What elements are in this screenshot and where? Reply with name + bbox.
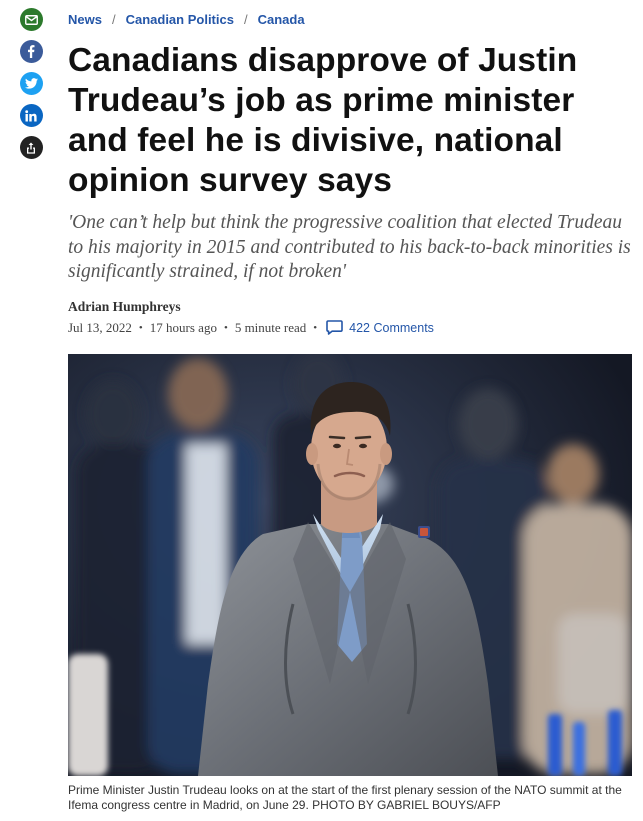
breadcrumb-news[interactable]: News bbox=[68, 12, 102, 27]
photo-caption: Prime Minister Justin Trudeau looks on a… bbox=[68, 782, 622, 812]
breadcrumb-separator: / bbox=[243, 11, 248, 27]
meta-separator-dot: • bbox=[223, 321, 228, 334]
publish-date: Jul 13, 2022 bbox=[68, 319, 132, 335]
envelope-icon bbox=[24, 14, 38, 25]
facebook-share-button[interactable] bbox=[19, 40, 43, 63]
article-photo[interactable] bbox=[68, 353, 632, 776]
article-subhead: 'One can’t help but think the progressiv… bbox=[68, 212, 631, 282]
twitter-icon bbox=[24, 78, 38, 89]
breadcrumb: News / Canadian Politics / Canada bbox=[68, 11, 634, 27]
linkedin-icon bbox=[25, 109, 37, 121]
comment-bubble-icon bbox=[326, 320, 343, 335]
article-headline: Canadians disapprove of Justin Trudeau’s… bbox=[68, 42, 578, 199]
linkedin-share-button[interactable] bbox=[19, 104, 43, 127]
comments-link[interactable]: 422 Comments bbox=[326, 320, 434, 335]
author-name[interactable]: Adrian Humphreys bbox=[68, 299, 634, 315]
meta-separator-dot: • bbox=[313, 321, 318, 334]
facebook-icon bbox=[28, 45, 35, 58]
share-rail bbox=[18, 8, 44, 168]
email-share-button[interactable] bbox=[19, 8, 43, 31]
photo-illustration bbox=[68, 353, 632, 776]
more-share-button[interactable] bbox=[19, 136, 43, 159]
twitter-share-button[interactable] bbox=[19, 72, 43, 95]
breadcrumb-separator: / bbox=[111, 11, 116, 27]
comments-count: 422 Comments bbox=[349, 320, 434, 335]
article-content: News / Canadian Politics / Canada Canadi… bbox=[68, 0, 634, 813]
article-meta: Jul 13, 2022 • 17 hours ago • 5 minute r… bbox=[68, 318, 634, 338]
share-icon bbox=[27, 142, 35, 154]
read-time: 5 minute read bbox=[234, 319, 307, 335]
meta-separator-dot: • bbox=[138, 321, 143, 334]
breadcrumb-canada[interactable]: Canada bbox=[258, 12, 305, 27]
breadcrumb-canadian-politics[interactable]: Canadian Politics bbox=[126, 12, 234, 27]
relative-time: 17 hours ago bbox=[149, 319, 217, 335]
